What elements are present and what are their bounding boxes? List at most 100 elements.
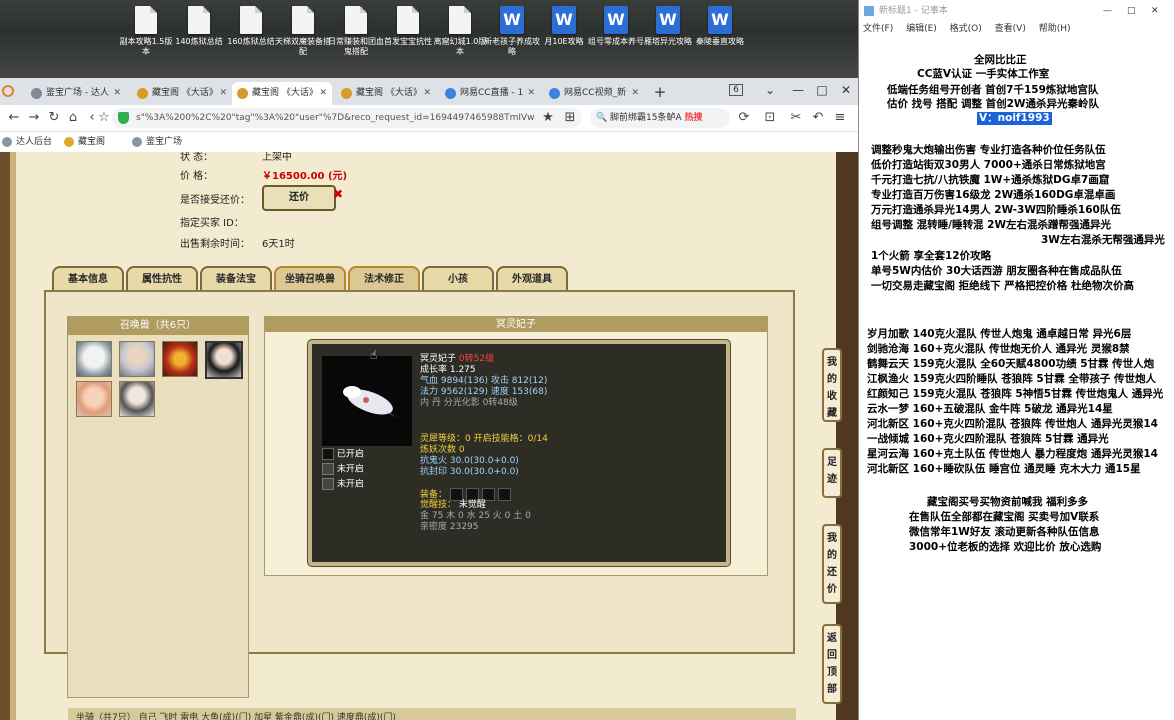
detail-tab[interactable]: 基本信息 — [52, 266, 124, 292]
footprint-button[interactable]: 足迹 — [822, 448, 842, 498]
notepad-line: 河北新区 160+睡砍队伍 睡宫位 通灵睡 克木大力 通15星 — [867, 463, 1141, 475]
status-line: 未开启 — [322, 478, 364, 491]
desktop-file-icon[interactable]: 副本攻略1.5版本 — [118, 6, 174, 57]
menu-view[interactable]: 查看(V) — [995, 24, 1026, 34]
desktop-file-icon[interactable]: 天梯双魔装备搭配 — [275, 6, 331, 57]
maximize-button[interactable]: □ — [810, 80, 834, 100]
browser-tab[interactable]: 网易CC视频_新 ✕ — [544, 82, 644, 105]
my-counteroffers-button[interactable]: 我的还价 — [822, 524, 842, 604]
close-x-icon[interactable]: ✖ — [333, 187, 343, 201]
notepad-line: 藏宝阁买号买物资前喊我 福利多多 — [927, 496, 1089, 508]
browser-tab[interactable]: 藏宝阁 《大话》 ✕ — [132, 82, 232, 105]
menu-chevron-icon[interactable]: ⌄ — [758, 80, 782, 100]
desktop-file-icon[interactable]: 离窟幻城1.0版本 — [432, 6, 488, 57]
tab-favicon-icon — [445, 88, 456, 99]
my-favorites-button[interactable]: 我的收藏 — [822, 348, 842, 422]
maximize-button[interactable]: □ — [1127, 0, 1136, 22]
browser-tab[interactable]: 藏宝阁 《大话》 ✕ — [232, 82, 332, 105]
notepad-line: 在售队伍全部都在藏宝阁 买卖号加V联系 — [909, 511, 1100, 523]
undo-icon[interactable]: ↶ — [808, 108, 828, 128]
summon-list-title: 召唤兽（共6只） — [68, 317, 248, 335]
counter-offer-button[interactable]: 还价 — [262, 185, 336, 211]
tab-close-icon[interactable]: ✕ — [219, 82, 227, 105]
browser-tab[interactable]: 网易CC直播 - 1 ✕ — [440, 82, 540, 105]
notepad-line: 微信常年1W好友 滚动更新各种队伍信息 — [909, 526, 1100, 538]
bookmark-item[interactable]: 藏宝阁 — [64, 135, 105, 149]
tab-favicon-icon — [137, 88, 148, 99]
detail-tab[interactable]: 小孩 — [422, 266, 494, 292]
reload-icon[interactable]: ↻ — [44, 108, 64, 128]
mount-tab-strip[interactable]: 坐骑（共7只） 自己 飞时 雷电 大鱼(成)(门) 加星 紫金鼎(成)(门) 速… — [68, 708, 796, 720]
bookmark-star-icon[interactable]: ★ — [538, 108, 558, 128]
extension-icon[interactable]: ⊡ — [760, 108, 780, 128]
pet-avatar[interactable] — [76, 341, 112, 377]
tab-close-icon[interactable]: ✕ — [527, 82, 535, 105]
minimize-button[interactable]: — — [786, 80, 810, 100]
desktop-file-label: 雁塔异光攻略 — [644, 37, 692, 46]
bookmark-item[interactable]: 鉴宝广场 — [132, 135, 182, 149]
notepad-line: 云水一梦 160+五破混队 金牛阵 5破龙 通异光14星 — [867, 403, 1113, 415]
desktop-file-icon[interactable]: 首发宝宝抗性 — [380, 6, 436, 47]
desktop-file-label: 160炼狱总结 — [227, 37, 275, 46]
menu-format[interactable]: 格式(O) — [950, 24, 982, 34]
notepad-text-area[interactable]: 全网比比正 CC蓝V认证 一手实体工作室 低端任务组号开创者 首创7千159炼狱地宫… — [859, 50, 1174, 720]
menu-edit[interactable]: 编辑(E) — [906, 24, 937, 34]
tab-count-badge[interactable]: 6 — [724, 80, 748, 100]
search-box[interactable]: 🔍 脚前绑霸15条鲈A 热搜 — [590, 108, 730, 128]
pet-detail-card: 冥灵妃子 0转52级 成长率 1.275 气血 9894(136) 攻击 812… — [308, 340, 730, 566]
notepad-line: 河北新区 160+克火四阶混队 苍狼阵 传世炮人 通异光灵猴14 — [867, 418, 1158, 430]
desktop-file-icon[interactable]: W 新老孩子养成攻略 — [484, 6, 540, 57]
browser-tab[interactable]: 鉴宝广场 - 达人 ✕ — [26, 82, 126, 105]
browser-tab[interactable]: 藏宝阁 《大话》 ✕ — [336, 82, 436, 105]
cut-icon[interactable]: ✂ — [786, 108, 806, 128]
notepad-line: 单号5W内估价 30大话西游 朋友圈各种在售成品队伍 — [871, 265, 1122, 277]
time-left-row: 出售剩余时间： 6天1时 — [180, 239, 295, 250]
tab-close-icon[interactable]: ✕ — [631, 82, 639, 105]
tab-close-icon[interactable]: ✕ — [423, 82, 431, 105]
desktop-file-icon[interactable]: 140炼狱总结 — [171, 6, 227, 47]
pet-avatar[interactable] — [119, 381, 155, 417]
detail-tab[interactable]: 属性抗性 — [126, 266, 198, 292]
desktop-file-icon[interactable]: 日常赚装和团血鬼搭配 — [328, 6, 384, 57]
back-to-top-button[interactable]: 返回顶部 — [822, 624, 842, 704]
detail-tab[interactable]: 外观道具 — [496, 266, 568, 292]
detail-tab[interactable]: 装备法宝 — [200, 266, 272, 292]
desktop-file-icon[interactable]: W 月10E攻略 — [536, 6, 592, 47]
pet-avatar-selected[interactable] — [205, 341, 243, 379]
notepad-line: 千元打造七抗/八抗铁魔 1W+通杀炼狱DG卓7画窟 — [871, 174, 1110, 186]
pet-detail-title: 冥灵妃子 — [265, 317, 767, 332]
home-icon[interactable]: ⌂ — [63, 108, 83, 128]
pet-avatar[interactable] — [119, 341, 155, 377]
close-window-button[interactable]: ✕ — [1151, 0, 1159, 22]
pet-avatar[interactable] — [162, 341, 198, 377]
notepad-line: 江枫渔火 159克火四阶睡队 苍狼阵 5甘霖 全带孩子 传世炮人 — [867, 373, 1157, 385]
favorite-star-icon[interactable]: ☆ — [94, 108, 114, 128]
browser-logo-icon[interactable] — [2, 85, 14, 97]
menu-icon[interactable]: ≡ — [830, 108, 850, 128]
desktop-file-label: 140炼狱总结 — [175, 37, 223, 46]
desktop-file-icon[interactable]: W 雁塔异光攻略 — [640, 6, 696, 47]
forward-icon[interactable]: → — [24, 108, 44, 128]
search-query: 脚前绑霸15条鲈A — [610, 113, 682, 123]
notepad-line: 调整秒鬼大炮输出伤害 专业打造各种价位任务队伍 — [871, 144, 1106, 156]
address-bar[interactable]: s"%3A%200%2C%20"tag"%3A%20"user"%7D&reco… — [112, 108, 582, 128]
desktop-file-icon[interactable]: W 秦陵垂直攻略 — [692, 6, 748, 47]
tab-close-icon[interactable]: ✕ — [319, 82, 327, 105]
detail-tab[interactable]: 法术修正 — [348, 266, 420, 292]
detail-tab[interactable]: 坐骑召唤兽 — [274, 266, 346, 292]
pet-avatar[interactable] — [76, 381, 112, 417]
menu-file[interactable]: 文件(F) — [863, 24, 893, 34]
notepad-line: 万元打造通杀异光14男人 2W-3W四阶睡杀160队伍 — [871, 204, 1121, 216]
minimize-button[interactable]: — — [1103, 0, 1112, 22]
notepad-line: 低价打造站街双30男人 7000+通杀日常炼狱地宫 — [871, 159, 1106, 171]
refresh-search-icon[interactable]: ⟳ — [734, 108, 754, 128]
back-icon[interactable]: ← — [4, 108, 24, 128]
tab-close-icon[interactable]: ✕ — [113, 82, 121, 105]
close-window-button[interactable]: ✕ — [834, 80, 858, 100]
tab-list-icon[interactable]: ⊞ — [560, 108, 580, 128]
menu-help[interactable]: 帮助(H) — [1039, 24, 1071, 34]
new-tab-button[interactable]: + — [650, 82, 670, 102]
desktop-file-icon[interactable]: W 组号零成本养号 — [588, 6, 644, 47]
desktop-file-icon[interactable]: 160炼狱总结 — [223, 6, 279, 47]
bookmark-item[interactable]: 达人后台 — [2, 135, 52, 149]
